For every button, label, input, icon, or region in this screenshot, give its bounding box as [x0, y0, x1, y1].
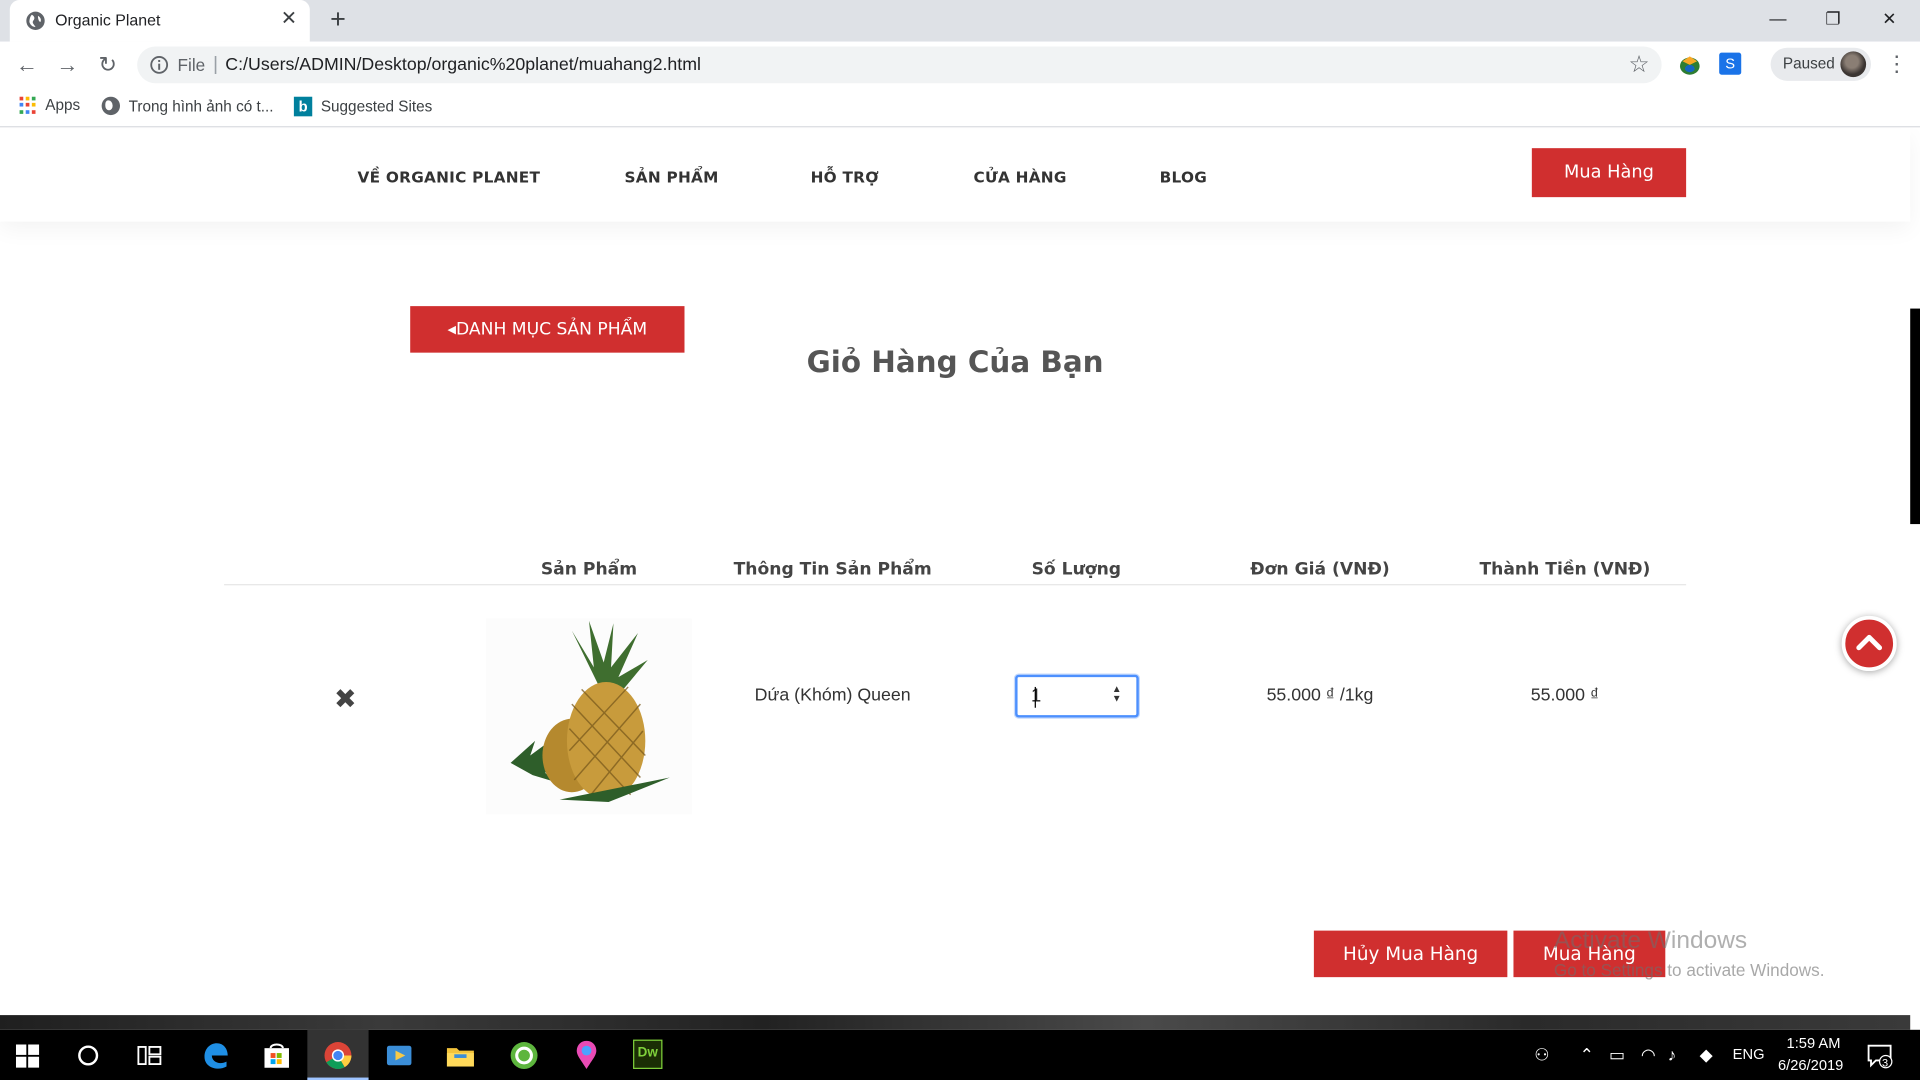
bookmark-label: Apps — [45, 96, 81, 114]
browser-menu-icon[interactable]: ⋮ — [1886, 51, 1908, 77]
url-scheme-label: File — [177, 55, 206, 75]
browser-toolbar: ← → ↻ File | C:/Users/ADMIN/Desktop/orga… — [0, 41, 1920, 89]
column-header-total: Thành Tiền (VNĐ) — [1479, 559, 1651, 580]
activate-windows-subtitle: Go to Settings to activate Windows. — [1553, 960, 1825, 980]
clock-date[interactable]: 6/26/2019 — [1778, 1057, 1843, 1074]
address-bar[interactable]: File | C:/Users/ADMIN/Desktop/organic%20… — [137, 46, 1662, 84]
close-window-button[interactable]: ✕ — [1861, 0, 1917, 39]
browser-tab[interactable]: Organic Planet ✕ — [9, 0, 310, 42]
screen: Organic Planet ✕ + — ❐ ✕ ← → ↻ File | C:… — [0, 0, 1920, 1080]
maximize-button[interactable]: ❐ — [1805, 0, 1861, 39]
bookmark-label: Suggested Sites — [320, 97, 433, 116]
maps-pin-icon[interactable] — [571, 1040, 603, 1072]
new-tab-button[interactable]: + — [324, 6, 351, 33]
bookmark-image-search[interactable]: Trong hình ảnh có t... — [101, 96, 274, 116]
wifi-icon[interactable]: ◠ — [1641, 1044, 1656, 1065]
file-explorer-icon[interactable] — [444, 1040, 476, 1072]
corel-icon[interactable] — [508, 1040, 540, 1072]
globe-icon — [26, 11, 45, 31]
bing-icon: b — [293, 96, 313, 117]
back-arrow-icon[interactable]: ← — [12, 50, 41, 79]
profile-status-label: Paused — [1782, 55, 1835, 73]
scroll-to-top-button[interactable] — [1841, 615, 1897, 672]
spinner-arrows-icon[interactable]: ▲ ▼ — [1112, 684, 1122, 704]
notification-center-icon[interactable] — [1866, 1042, 1893, 1069]
media-player-icon[interactable] — [383, 1040, 415, 1072]
bookmark-suggested-sites[interactable]: b Suggested Sites — [293, 96, 433, 117]
info-icon[interactable] — [149, 55, 169, 75]
column-header-product: Sản Phẩm — [540, 559, 638, 580]
column-header-unit-price: Đơn Giá (VNĐ) — [1250, 559, 1390, 580]
header-buy-button[interactable]: Mua Hàng — [1531, 148, 1687, 198]
pineapple-image — [486, 618, 692, 815]
windows-start-icon[interactable] — [15, 1044, 40, 1068]
column-header-quantity: Số Lượng — [1031, 559, 1122, 580]
profile-button[interactable]: Paused — [1770, 47, 1872, 81]
quantity-value: 1 — [1031, 685, 1042, 707]
forward-arrow-icon[interactable]: → — [53, 50, 82, 79]
dreamweaver-icon[interactable]: Dw — [633, 1039, 663, 1069]
reload-icon[interactable]: ↻ — [93, 50, 122, 79]
nav-support[interactable]: HỖ TRỢ — [811, 168, 879, 186]
text-cursor — [1034, 686, 1036, 708]
catalog-button-label: DANH MỤC SẢN PHẨM — [455, 319, 648, 340]
site-header: VỀ ORGANIC PLANET SẢN PHẨM HỖ TRỢ CỬA HÀ… — [0, 128, 1911, 222]
column-header-info: Thông Tin Sản Phẩm — [733, 559, 932, 580]
clock-time[interactable]: 1:59 AM — [1787, 1035, 1841, 1052]
extension-globe-icon[interactable] — [1678, 54, 1702, 76]
table-header-divider — [224, 584, 1687, 586]
line-total: 55.000 ₫ — [1530, 685, 1600, 706]
battery-icon[interactable]: ▭ — [1609, 1044, 1625, 1065]
activate-windows-watermark: Activate Windows — [1553, 926, 1748, 954]
chrome-icon[interactable] — [322, 1040, 354, 1072]
nav-about[interactable]: VỀ ORGANIC PLANET — [358, 168, 541, 186]
tab-title: Organic Planet — [55, 11, 161, 30]
scrollbar-thumb[interactable] — [1910, 308, 1920, 525]
task-view-icon[interactable] — [137, 1044, 162, 1066]
page-footer-image-strip — [0, 1015, 1911, 1030]
web-page: VỀ ORGANIC PLANET SẢN PHẨM HỖ TRỢ CỬA HÀ… — [0, 128, 1920, 1017]
volume-icon[interactable]: ♪ — [1668, 1044, 1677, 1064]
edge-icon[interactable] — [200, 1040, 232, 1072]
nav-blog[interactable]: BLOG — [1160, 168, 1207, 186]
notification-count: 3 — [1882, 1056, 1889, 1069]
unit-price: 55.000 ₫ /1kg — [1266, 685, 1374, 706]
people-icon[interactable]: ⚇ — [1534, 1044, 1549, 1065]
tab-close-icon[interactable]: ✕ — [278, 9, 300, 31]
minimize-button[interactable]: — — [1750, 0, 1806, 39]
dropbox-icon[interactable]: ◆ — [1700, 1044, 1713, 1065]
bookmark-apps[interactable]: Apps — [19, 96, 81, 114]
page-title: Giỏ Hàng Của Bạn — [806, 345, 1104, 380]
cortana-icon[interactable] — [77, 1044, 99, 1066]
cancel-order-button[interactable]: Hủy Mua Hàng — [1313, 930, 1508, 978]
nav-stores[interactable]: CỬA HÀNG — [973, 168, 1066, 186]
chevron-up-icon — [1856, 634, 1883, 651]
language-indicator[interactable]: ENG — [1733, 1046, 1765, 1063]
bookmark-star-icon[interactable]: ☆ — [1629, 51, 1650, 79]
browser-tab-strip: Organic Planet ✕ + — ❐ ✕ — [0, 0, 1920, 42]
store-icon[interactable] — [261, 1040, 293, 1072]
bookmarks-bar: Apps Trong hình ảnh có t... b Suggested … — [0, 88, 1920, 128]
extension-s-icon[interactable]: S — [1719, 52, 1742, 75]
globe-icon — [101, 96, 121, 116]
url-text[interactable]: C:/Users/ADMIN/Desktop/organic%20planet/… — [225, 55, 701, 75]
avatar — [1840, 51, 1867, 78]
product-name: Dứa (Khóm) Queen — [754, 685, 911, 706]
chevron-up-tray-icon[interactable]: ⌃ — [1580, 1044, 1594, 1065]
url-separator: | — [213, 53, 219, 75]
quantity-stepper[interactable]: 1 ▲ ▼ — [1015, 674, 1139, 718]
bookmark-label: Trong hình ảnh có t... — [128, 97, 274, 115]
nav-products[interactable]: SẢN PHẨM — [624, 168, 718, 186]
taskbar: Dw ⚇ ⌃ ▭ ◠ ♪ ◆ ENG 1:59 AM 6/26/2019 3 — [0, 1029, 1920, 1080]
apps-grid-icon — [19, 96, 37, 114]
remove-item-icon[interactable]: ✖ — [333, 685, 357, 712]
